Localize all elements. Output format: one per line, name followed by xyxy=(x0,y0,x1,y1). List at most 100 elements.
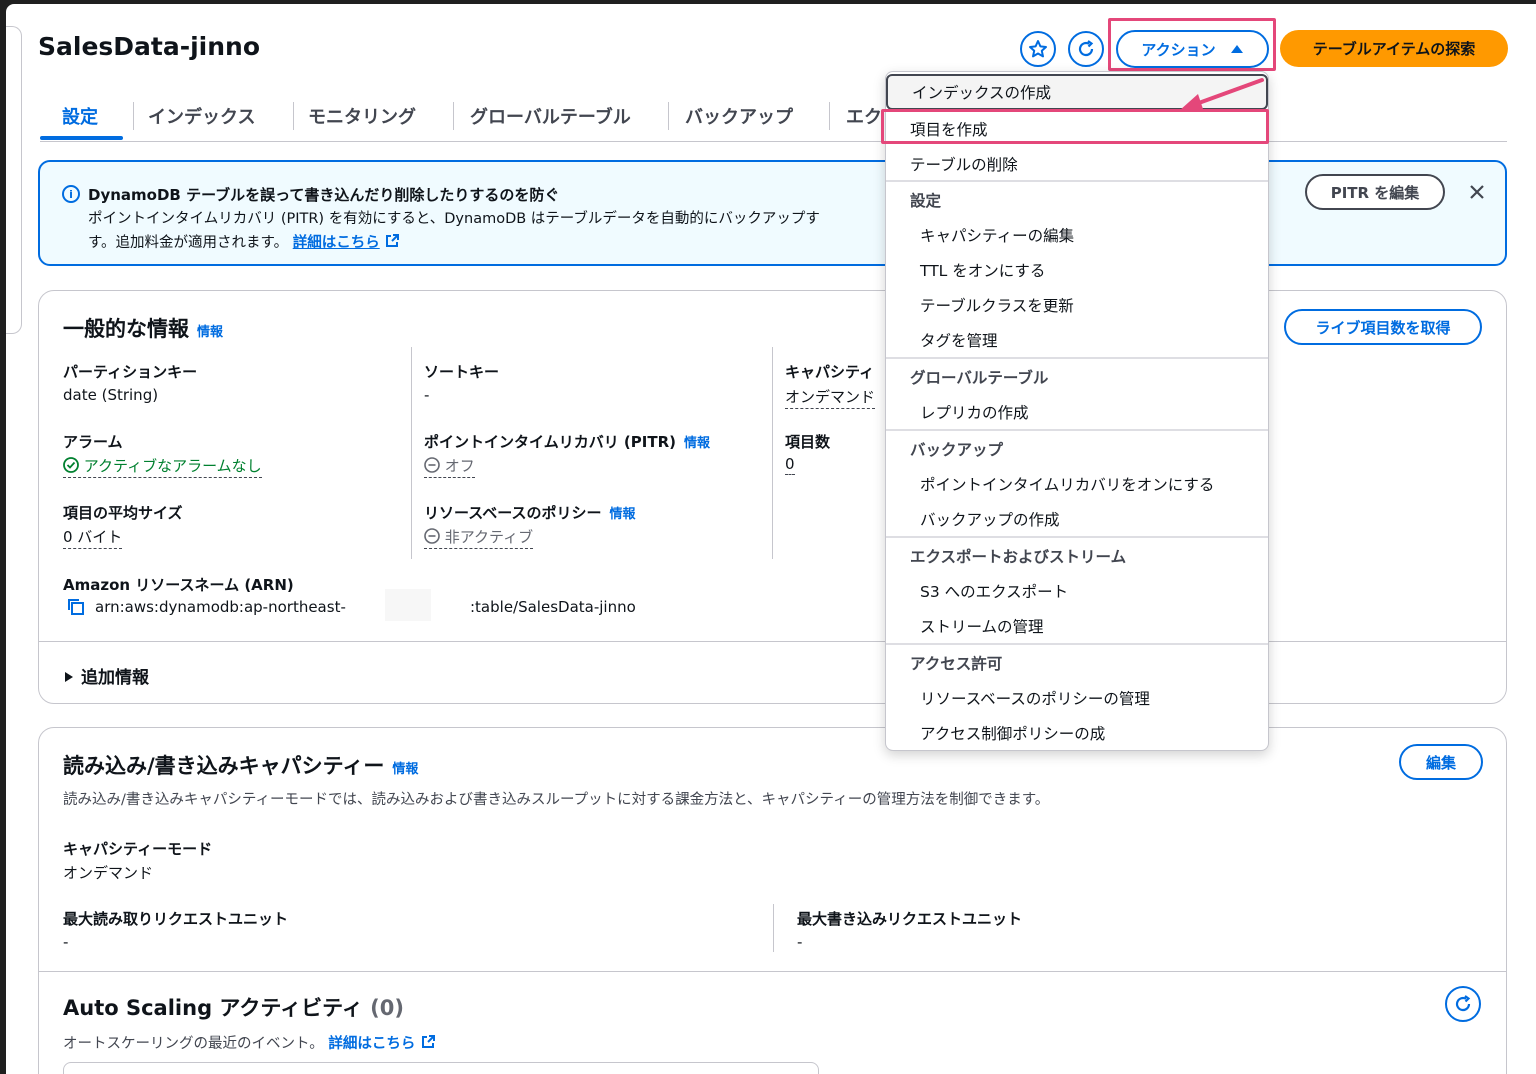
general-info-panel: 一般的な情報 情報 ライブ項目数を取得 パーティションキー date (Strin… xyxy=(38,290,1507,704)
info-link[interactable]: 情報 xyxy=(392,762,418,777)
alert-body: ポイントインタイムリカバリ (PITR) を有効にすると、DynamoDB はテ… xyxy=(88,211,820,251)
menu-item-create-replica[interactable]: レプリカの作成 xyxy=(886,394,1268,429)
minus-circle-icon xyxy=(424,457,440,473)
tab-global-tables[interactable]: グローバルテーブル xyxy=(470,98,631,134)
edit-pitr-button[interactable]: PITR を編集 xyxy=(1305,174,1445,210)
info-circle-icon: i xyxy=(62,185,80,203)
menu-item-manage-tags[interactable]: タグを管理 xyxy=(886,322,1268,357)
avg-size-value[interactable]: 0 バイト xyxy=(63,526,123,549)
menu-item-manage-stream[interactable]: ストリームの管理 xyxy=(886,608,1268,643)
column-divider xyxy=(772,347,773,559)
arn-value-prefix: arn:aws:dynamodb:ap-northeast- xyxy=(95,598,346,616)
policy-value[interactable]: 非アクティブ xyxy=(424,526,534,549)
capacity-label: キャパシティ xyxy=(785,363,875,381)
tab-divider xyxy=(293,102,294,130)
autoscaling-refresh-button[interactable] xyxy=(1445,986,1481,1022)
capacity-value[interactable]: オンデマンド xyxy=(785,386,876,409)
tab-divider xyxy=(668,102,669,130)
external-link-icon xyxy=(421,1035,435,1048)
max-read-label: 最大読み取りリクエストユニット xyxy=(63,910,289,928)
close-icon[interactable] xyxy=(1468,183,1486,201)
tab-backups[interactable]: バックアップ xyxy=(685,98,793,134)
sort-key-label: ソートキー xyxy=(424,363,500,381)
menu-group-settings: 設定 xyxy=(910,191,942,210)
active-tab-indicator xyxy=(40,136,123,140)
max-write-label: 最大書き込みリクエストユニット xyxy=(797,910,1023,928)
refresh-icon xyxy=(1078,40,1094,57)
arn-value-suffix: :table/SalesData-jinno xyxy=(470,598,636,616)
capacity-description: 読み込み/書き込みキャパシティーモードでは、読み込みおよび書き込みスループットに… xyxy=(63,792,1050,808)
arn-label: Amazon リソースネーム (ARN) xyxy=(63,576,294,594)
capacity-mode-label: キャパシティーモード xyxy=(63,840,213,858)
autoscaling-heading: Auto Scaling アクティビティ (0) xyxy=(63,996,404,1020)
additional-info-toggle[interactable]: 追加情報 xyxy=(63,663,149,688)
capacity-panel: 読み込み/書き込みキャパシティー 情報 編集 読み込み/書き込みキャパシティーモー… xyxy=(38,727,1507,1074)
autoscaling-table xyxy=(63,1062,819,1074)
annotation-arrow-icon xyxy=(1180,78,1264,112)
get-live-count-button[interactable]: ライブ項目数を取得 xyxy=(1284,309,1482,345)
menu-item-update-table-class[interactable]: テーブルクラスを更新 xyxy=(886,287,1268,322)
section-divider xyxy=(39,641,1506,642)
pitr-label: ポイントインタイムリカバリ (PITR) 情報 xyxy=(424,433,711,451)
actions-menu: インデックスの作成 項目を作成 テーブルの削除 設定 キャパシティーの編集 TT… xyxy=(885,71,1269,751)
max-write-value: - xyxy=(797,933,803,951)
caret-right-icon xyxy=(65,672,73,682)
favorite-button[interactable] xyxy=(1020,31,1056,67)
explore-items-button[interactable]: テーブルアイテムの探索 xyxy=(1280,30,1508,67)
menu-group-exports: エクスポートおよびストリーム xyxy=(910,547,1127,566)
menu-item-edit-capacity[interactable]: キャパシティーの編集 xyxy=(886,217,1268,252)
capacity-mode-value: オンデマンド xyxy=(63,864,154,882)
menu-item-delete-table[interactable]: テーブルの削除 xyxy=(886,146,1268,181)
policy-label: リソースベースのポリシー 情報 xyxy=(424,504,636,522)
partition-key-label: パーティションキー xyxy=(63,363,198,381)
tab-settings[interactable]: 設定 xyxy=(62,98,98,134)
menu-item-access-control-policy[interactable]: アクセス制御ポリシーの成 xyxy=(886,715,1268,750)
menu-item-create-backup[interactable]: バックアップの作成 xyxy=(886,501,1268,536)
tab-indexes[interactable]: インデックス xyxy=(148,98,255,134)
copy-icon[interactable] xyxy=(67,598,85,616)
menu-group-global-tables: グローバルテーブル xyxy=(910,368,1049,387)
learn-more-link[interactable]: 詳細はこちら xyxy=(293,235,380,251)
tab-exports[interactable]: エク xyxy=(846,98,882,134)
console-page: SalesData-jinno アクション テーブルアイテムの探索 設定 インデ… xyxy=(6,4,1536,1074)
external-link-icon xyxy=(386,234,400,247)
tab-divider xyxy=(133,102,134,130)
actions-highlight-box xyxy=(1108,18,1276,71)
alarm-value[interactable]: アクティブなアラームなし xyxy=(63,455,262,478)
tab-divider xyxy=(453,102,454,130)
refresh-icon xyxy=(1455,995,1471,1012)
menu-item-manage-resource-policy[interactable]: リソースベースのポリシーの管理 xyxy=(886,680,1268,715)
edit-capacity-button[interactable]: 編集 xyxy=(1399,744,1483,780)
column-divider xyxy=(411,347,412,559)
menu-group-backups: バックアップ xyxy=(910,440,1004,459)
menu-item-enable-ttl[interactable]: TTL をオンにする xyxy=(886,252,1268,287)
menu-item-enable-pitr[interactable]: ポイントインタイムリカバリをオンにする xyxy=(886,466,1268,501)
menu-group-permissions: アクセス許可 xyxy=(910,654,1003,673)
menu-item-export-s3[interactable]: S3 へのエクスポート xyxy=(886,573,1268,608)
item-count-value[interactable]: 0 xyxy=(785,455,795,475)
learn-more-link[interactable]: 詳細はこちら xyxy=(328,1036,415,1052)
general-info-heading: 一般的な情報 情報 xyxy=(63,317,224,341)
page-title: SalesData-jinno xyxy=(38,32,261,61)
info-link[interactable]: 情報 xyxy=(197,325,223,340)
alert-title: DynamoDB テーブルを誤って書き込んだり削除したりするのを防ぐ xyxy=(88,186,560,204)
tab-bar: 設定 インデックス モニタリング グローバルテーブル バックアップ エク xyxy=(40,90,1507,142)
partition-key-value: date (String) xyxy=(63,386,159,404)
tab-divider xyxy=(829,102,830,130)
alarm-label: アラーム xyxy=(63,433,123,451)
tab-monitoring[interactable]: モニタリング xyxy=(308,98,416,134)
avg-size-label: 項目の平均サイズ xyxy=(63,504,183,522)
check-circle-icon xyxy=(63,457,79,473)
capacity-heading: 読み込み/書き込みキャパシティー 情報 xyxy=(63,754,419,778)
autoscaling-description: オートスケーリングの最近のイベント。 詳細はこちら xyxy=(63,1032,436,1053)
pitr-value[interactable]: オフ xyxy=(424,455,475,478)
side-navigation-rail[interactable] xyxy=(6,26,22,334)
max-read-value: - xyxy=(63,933,69,951)
info-link[interactable]: 情報 xyxy=(684,436,710,451)
column-divider xyxy=(773,904,774,952)
pitr-alert: i DynamoDB テーブルを誤って書き込んだり削除したりするのを防ぐ ポイン… xyxy=(38,160,1507,266)
minus-circle-icon xyxy=(424,528,440,544)
refresh-button[interactable] xyxy=(1068,31,1104,67)
star-icon xyxy=(1029,40,1047,58)
info-link[interactable]: 情報 xyxy=(609,507,635,522)
